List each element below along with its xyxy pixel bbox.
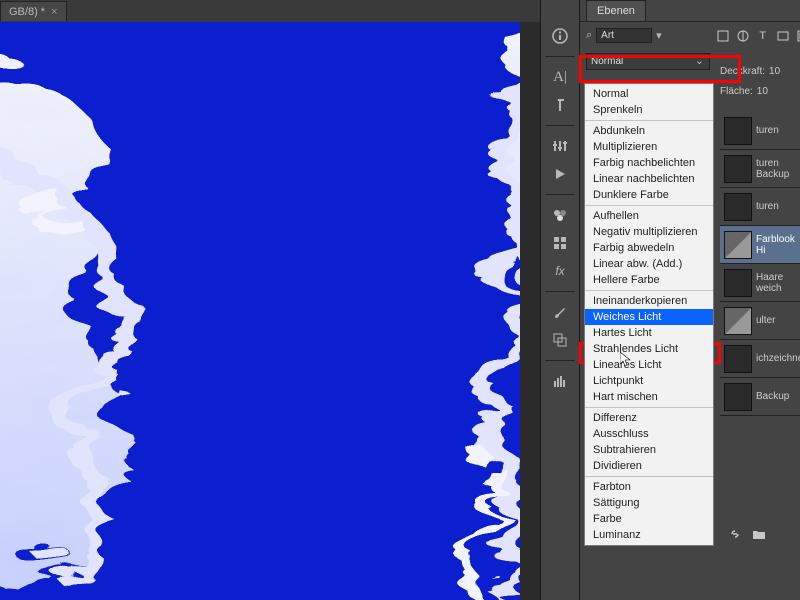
blend-option[interactable]: Negativ multiplizieren (585, 224, 713, 240)
layers-footer (720, 524, 800, 546)
blend-option[interactable]: Ineinanderkopieren (585, 293, 713, 309)
document-tab-label: GB/8) * (9, 6, 45, 18)
paragraph-icon[interactable] (546, 93, 574, 117)
layer-label: ichzeichner (756, 353, 800, 364)
layer-item[interactable]: ulter (720, 302, 800, 340)
blend-option[interactable]: Sättigung (585, 495, 713, 511)
blend-option[interactable]: Ausschluss (585, 426, 713, 442)
layer-item[interactable]: ichzeichner (720, 340, 800, 378)
chevron-down-icon[interactable]: ▾ (656, 29, 662, 42)
blend-option[interactable]: Farbig abwedeln (585, 240, 713, 256)
histogram-icon[interactable] (546, 369, 574, 393)
layer-label: Farblook Hi (756, 234, 800, 256)
layer-label: turen (756, 125, 779, 136)
blend-option[interactable]: Farbig nachbelichten (585, 155, 713, 171)
canvas-area[interactable] (0, 22, 540, 600)
blend-option[interactable]: Dunklere Farbe (585, 187, 713, 203)
blend-option[interactable]: Abdunkeln (585, 123, 713, 139)
blend-mode-dropdown[interactable]: Normal Sprenkeln Abdunkeln Multipliziere… (584, 83, 714, 546)
opacity-row: Deckkraft: 10 (720, 66, 800, 77)
layer-thumb-icon (724, 155, 752, 183)
fill-label: Fläche: (720, 86, 753, 97)
layer-thumb-icon (724, 383, 752, 411)
layer-item[interactable]: Farblook Hi (720, 226, 800, 264)
blend-option[interactable]: Hellere Farbe (585, 272, 713, 288)
blend-option[interactable]: Luminanz (585, 527, 713, 543)
adjustments-icon[interactable] (546, 134, 574, 158)
layer-thumb-icon (724, 231, 752, 259)
blend-option[interactable]: Lichtpunkt (585, 373, 713, 389)
layer-thumb-icon (724, 307, 752, 335)
layer-label: ulter (756, 315, 775, 326)
layer-item[interactable]: turen (720, 112, 800, 150)
layer-thumb-icon (724, 269, 752, 297)
blend-option[interactable]: Dividieren (585, 458, 713, 474)
blend-option[interactable]: Sprenkeln (585, 102, 713, 118)
layers-list: turen turen Backup turen Farblook Hi Haa… (720, 112, 800, 416)
document-tab[interactable]: GB/8) * × (0, 1, 67, 21)
layer-label: turen (756, 201, 779, 212)
layer-filter-icons: T (666, 29, 800, 43)
layer-thumb-icon (724, 193, 752, 221)
blend-option[interactable]: Multiplizieren (585, 139, 713, 155)
blend-option[interactable]: Subtrahieren (585, 442, 713, 458)
info-icon[interactable] (546, 24, 574, 48)
search-icon: ⌕ (586, 29, 592, 42)
blend-option-selected[interactable]: Weiches Licht (585, 309, 713, 325)
filter-type-icon[interactable]: T (756, 29, 770, 43)
document-tabbar: GB/8) * × (0, 0, 540, 22)
filter-shape-icon[interactable] (776, 29, 790, 43)
layer-thumb-icon (724, 117, 752, 145)
filter-pixel-icon[interactable] (716, 29, 730, 43)
character-icon[interactable]: A| (546, 65, 574, 89)
actions-icon[interactable] (546, 162, 574, 186)
fx-icon[interactable]: fx (546, 259, 574, 283)
blend-option[interactable]: Hartes Licht (585, 325, 713, 341)
fill-value[interactable]: 10 (757, 86, 768, 97)
blend-option[interactable]: Strahlendes Licht (585, 341, 713, 357)
blend-mode-select[interactable]: Normal (586, 53, 710, 70)
panel-tabbar: Ebenen (580, 0, 800, 22)
clone-icon[interactable] (546, 328, 574, 352)
layer-label: turen Backup (756, 158, 800, 180)
filter-smart-icon[interactable] (796, 29, 800, 43)
blend-option[interactable]: Normal (585, 86, 713, 102)
layer-item[interactable]: turen (720, 188, 800, 226)
link-icon[interactable] (728, 527, 742, 544)
blend-option[interactable]: Hart mischen (585, 389, 713, 405)
opacity-value[interactable]: 10 (769, 66, 780, 77)
canvas[interactable] (0, 22, 520, 600)
layer-item[interactable]: Backup (720, 378, 800, 416)
folder-icon[interactable] (752, 527, 766, 544)
close-icon[interactable]: × (51, 6, 57, 18)
blend-option[interactable]: Linear abw. (Add.) (585, 256, 713, 272)
layer-item[interactable]: turen Backup (720, 150, 800, 188)
filter-adjust-icon[interactable] (736, 29, 750, 43)
layer-thumb-icon (724, 345, 752, 373)
grid-icon[interactable] (546, 231, 574, 255)
layer-label: Haare weich (756, 272, 800, 294)
fill-row: Fläche: 10 (720, 86, 800, 97)
swatches-icon[interactable] (546, 203, 574, 227)
layer-filter-input[interactable] (596, 28, 652, 43)
blend-option[interactable]: Linear nachbelichten (585, 171, 713, 187)
collapsed-panel-strip: A| fx (540, 0, 580, 600)
blend-option[interactable]: Aufhellen (585, 208, 713, 224)
blend-option[interactable]: Farbton (585, 479, 713, 495)
blend-option[interactable]: Differenz (585, 410, 713, 426)
blend-option[interactable]: Farbe (585, 511, 713, 527)
blend-option[interactable]: Lineares Licht (585, 357, 713, 373)
tab-layers[interactable]: Ebenen (586, 0, 646, 21)
brush-icon[interactable] (546, 300, 574, 324)
layer-label: Backup (756, 391, 789, 402)
layer-item[interactable]: Haare weich (720, 264, 800, 302)
opacity-label: Deckkraft: (720, 66, 765, 77)
